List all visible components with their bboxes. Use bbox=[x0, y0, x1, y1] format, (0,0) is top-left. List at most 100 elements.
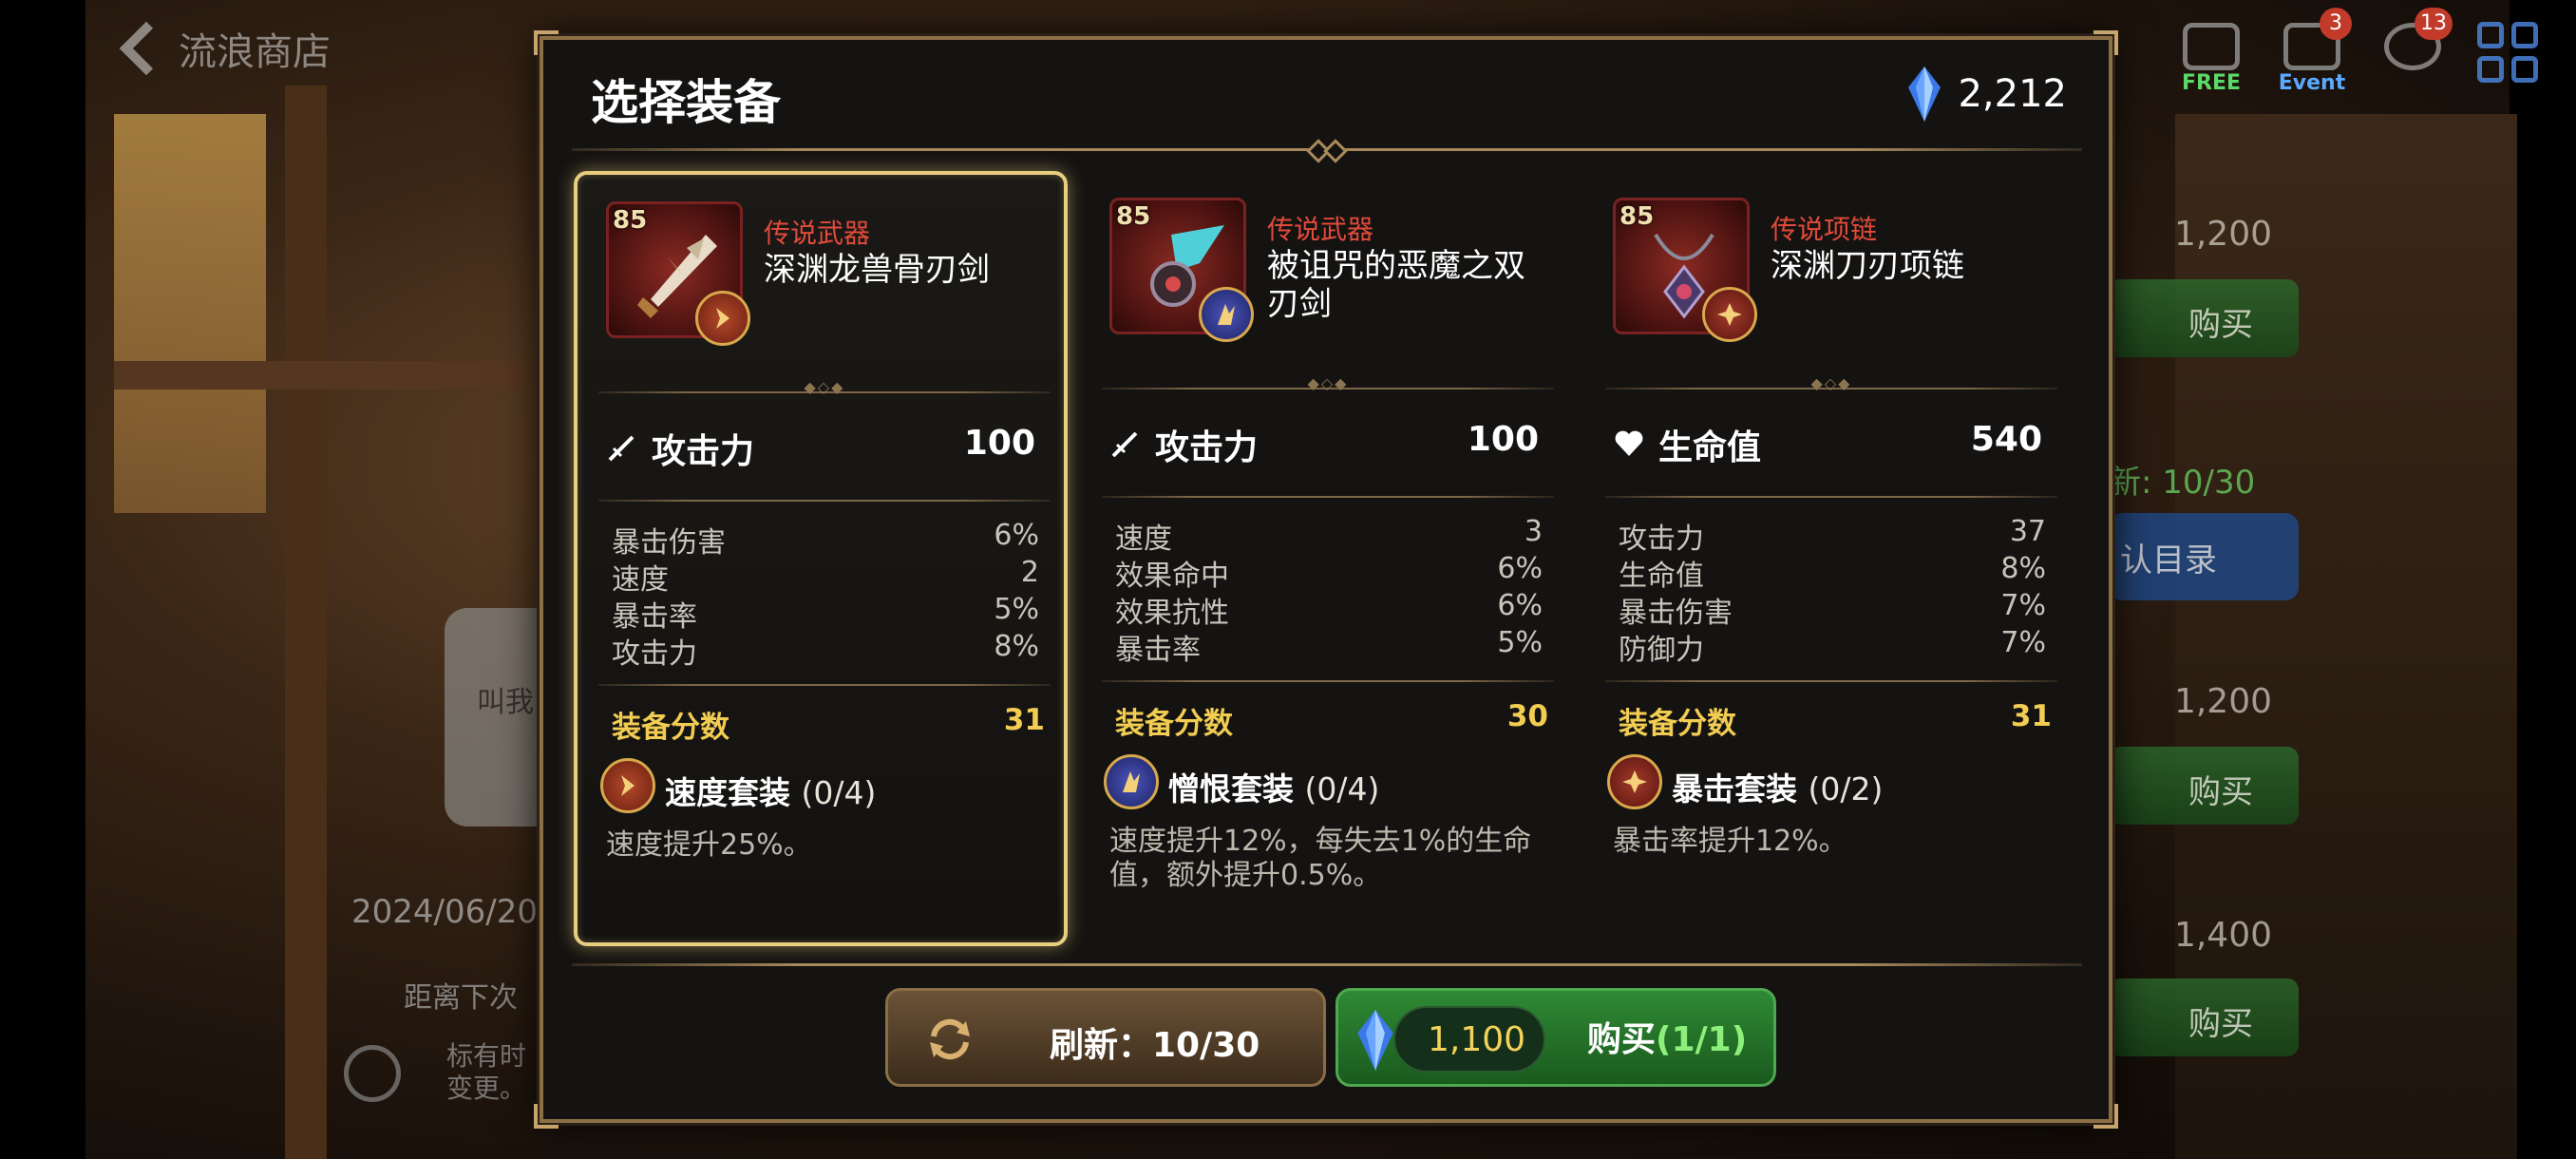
critical-set-icon bbox=[1607, 754, 1662, 809]
set-name: 憎恨套装 (0/4) bbox=[1168, 764, 1379, 809]
card-divider bbox=[598, 684, 1051, 686]
free-gift-button[interactable]: FREE bbox=[2175, 10, 2247, 95]
substat-row: 效果抗性 6% bbox=[1115, 589, 1543, 630]
substat-name: 暴击伤害 bbox=[612, 526, 726, 560]
chat-badge: 13 bbox=[2415, 8, 2453, 40]
frame-corner bbox=[534, 30, 559, 55]
set-bonus: 速度套装 (0/4) bbox=[600, 758, 1047, 815]
set-name: 速度套装 (0/4) bbox=[665, 768, 876, 813]
shop-buy-button[interactable]: 购买 bbox=[2109, 279, 2299, 357]
gear-score-label: 装备分数 bbox=[612, 711, 729, 745]
title-divider bbox=[572, 148, 2082, 151]
set-description: 速度提升12%，每失去1%的生命值，额外提升0.5%。 bbox=[1109, 825, 1532, 892]
equipment-card[interactable]: 85 传说项链 深渊刀刃项链 生命值 540 攻击力37 生命值8% 暴击伤害7… bbox=[1584, 171, 2078, 946]
refresh-label: 刷新：10/30 bbox=[1050, 1026, 1260, 1065]
substat-value: 6% bbox=[1497, 589, 1543, 622]
gear-score-label: 装备分数 bbox=[1115, 707, 1233, 741]
substat-value: 37 bbox=[2009, 515, 2046, 548]
substat-value: 2 bbox=[1020, 556, 1039, 589]
buy-label-text: 购买 bbox=[1587, 1020, 1657, 1059]
equipment-card[interactable]: 85 传说武器 深渊龙兽骨刃剑 攻击力 100 暴击伤害6% 速度2 暴击率5%… bbox=[574, 171, 1068, 946]
substat-name: 暴击率 bbox=[1115, 634, 1201, 667]
substat-name: 效果命中 bbox=[1115, 560, 1229, 593]
heart-icon bbox=[1615, 430, 1643, 456]
substat-row: 防御力 7% bbox=[1619, 626, 2046, 667]
substat-value: 6% bbox=[1497, 552, 1543, 585]
critical-set-icon bbox=[1702, 287, 1757, 342]
screen-edge-left bbox=[0, 0, 85, 1159]
frame-corner bbox=[2093, 30, 2118, 55]
speed-set-icon bbox=[600, 758, 655, 813]
buy-price: 1,100 bbox=[1428, 1020, 1526, 1059]
gem-balance: 2,212 bbox=[1908, 66, 2067, 122]
substat-name: 暴击伤害 bbox=[1619, 597, 1733, 630]
chevron-left-icon bbox=[119, 21, 174, 76]
shop-buy-label: 购买 bbox=[2188, 306, 2253, 344]
equipment-name: 被诅咒的恶魔之双刃剑 bbox=[1267, 247, 1525, 323]
substat-list: 暴击伤害 6% 速度 2 暴击率 5% 攻击力 8% bbox=[612, 519, 1039, 671]
crystal-gem-icon bbox=[1908, 66, 1941, 122]
catalog-label: 认目录 bbox=[2120, 542, 2217, 580]
equipment-rarity: 传说武器 bbox=[764, 218, 871, 249]
substat-value: 7% bbox=[2000, 589, 2046, 622]
card-divider bbox=[1605, 680, 2057, 682]
substat-value: 5% bbox=[1497, 626, 1543, 659]
substat-value: 5% bbox=[994, 593, 1039, 626]
clock-icon bbox=[344, 1045, 401, 1102]
gear-score-value: 30 bbox=[1506, 699, 1548, 733]
substat-list: 攻击力 37 生命值 8% 暴击伤害 7% 防御力 7% bbox=[1619, 515, 2046, 667]
substat-name: 生命值 bbox=[1619, 560, 1704, 593]
equipment-card[interactable]: 85 传说武器 被诅咒的恶魔之双刃剑 攻击力 100 速度3 效果命中6% 效果… bbox=[1081, 171, 1575, 946]
back-label: 流浪商店 bbox=[179, 30, 331, 74]
back-button[interactable]: 流浪商店 bbox=[114, 21, 331, 76]
time-note: 标有时 变更。 bbox=[446, 1040, 526, 1105]
menu-grid-icon[interactable] bbox=[2477, 22, 2538, 83]
tavern-window bbox=[114, 114, 266, 513]
substat-value: 8% bbox=[2000, 552, 2046, 585]
buy-button[interactable]: 1,100 购买(1/1) bbox=[1335, 988, 1776, 1087]
shop-refresh-count: 新: 10/30 bbox=[2109, 464, 2256, 502]
set-name: 暴击套装 (0/2) bbox=[1672, 764, 1883, 809]
gear-score: 装备分数 30 bbox=[1115, 699, 1548, 741]
substat-value: 6% bbox=[994, 519, 1039, 552]
equipment-name: 深渊龙兽骨刃剑 bbox=[764, 251, 990, 289]
main-stat: 攻击力 100 bbox=[1109, 420, 1546, 467]
catalog-button[interactable]: 认目录 bbox=[2109, 513, 2299, 600]
time-note-line-2: 变更。 bbox=[446, 1073, 527, 1104]
set-count: (0/2) bbox=[1808, 770, 1884, 808]
gem-balance-value: 2,212 bbox=[1958, 72, 2067, 116]
substat-name: 速度 bbox=[612, 563, 669, 597]
substat-name: 暴击率 bbox=[612, 600, 697, 634]
shop-buy-button[interactable]: 购买 bbox=[2109, 747, 2299, 825]
set-name-text: 暴击套装 bbox=[1672, 770, 1797, 808]
set-name-text: 憎恨套装 bbox=[1168, 770, 1294, 808]
chat-button[interactable]: 13 bbox=[2377, 8, 2453, 95]
gear-score-value: 31 bbox=[1003, 703, 1045, 737]
substat-value: 8% bbox=[994, 630, 1039, 663]
set-description: 暴击率提升12%。 bbox=[1613, 825, 1847, 858]
refresh-icon bbox=[930, 1018, 970, 1060]
refresh-button[interactable]: 刷新：10/30 bbox=[885, 988, 1326, 1087]
shop-buy-button[interactable]: 购买 bbox=[2109, 978, 2299, 1056]
crystal-gem-icon bbox=[1357, 1010, 1393, 1071]
sword-icon bbox=[608, 435, 635, 462]
set-bonus: 憎恨套装 (0/4) bbox=[1104, 754, 1550, 811]
gift-icon bbox=[2183, 23, 2240, 70]
substat-row: 暴击率 5% bbox=[612, 593, 1039, 634]
substat-row: 暴击伤害 6% bbox=[612, 519, 1039, 560]
frame-corner bbox=[2093, 1104, 2118, 1129]
equipment-rarity: 传说武器 bbox=[1267, 214, 1374, 245]
card-divider bbox=[1605, 496, 2057, 498]
buy-count: (1/1) bbox=[1656, 1020, 1748, 1059]
substat-name: 速度 bbox=[1115, 522, 1172, 556]
hate-set-icon bbox=[1104, 754, 1159, 809]
set-count: (0/4) bbox=[801, 774, 877, 811]
set-name-text: 速度套装 bbox=[665, 774, 790, 811]
substat-name: 攻击力 bbox=[1619, 522, 1704, 556]
shop-buy-label: 购买 bbox=[2188, 773, 2253, 811]
shop-price: 1,200 bbox=[2173, 682, 2272, 721]
gear-score-value: 31 bbox=[2010, 699, 2052, 733]
event-mail-button[interactable]: 3 Event bbox=[2276, 8, 2352, 95]
price-pill: 1,100 bbox=[1393, 1006, 1545, 1073]
buy-label: 购买(1/1) bbox=[1587, 1012, 1747, 1061]
